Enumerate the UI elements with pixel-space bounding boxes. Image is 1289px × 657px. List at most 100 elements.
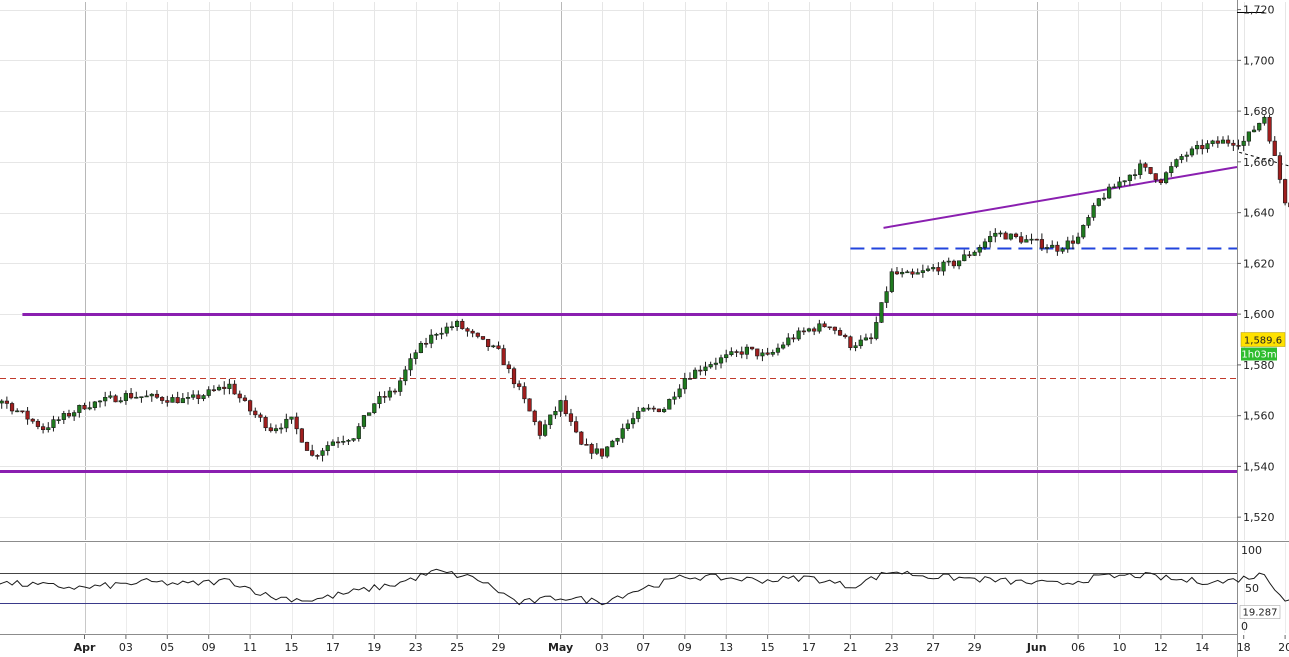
time-tick-label: 19 [367, 641, 381, 654]
candle-body [755, 348, 760, 357]
last-price-label: 1,589.6 [1244, 336, 1282, 347]
candle-body [284, 418, 289, 429]
candle-body [160, 397, 165, 401]
candle-body [1169, 166, 1174, 173]
candle-body [392, 390, 398, 393]
time-tick-label: 09 [202, 641, 216, 654]
candle-body [4, 400, 9, 404]
candle-body [879, 302, 884, 323]
candle-body [165, 400, 170, 403]
candle-body [1091, 205, 1096, 218]
candle-body [454, 320, 460, 327]
candle-body [749, 346, 755, 350]
candle-body [170, 397, 175, 403]
price-tick-label: 1,520 [1243, 511, 1275, 524]
candle-body [775, 347, 781, 353]
candle-body [1003, 232, 1008, 240]
time-tick-label: 10 [1113, 641, 1127, 654]
price-chart[interactable]: 1,520 1,540 1,560 1,580 1,600 1,620 1,640 1,660… [0, 0, 1289, 657]
candle-body [506, 364, 511, 370]
candle-body [822, 323, 827, 328]
candle-body [1122, 180, 1127, 183]
candle-body [698, 369, 703, 372]
candle-body [667, 398, 672, 410]
candle-body [1220, 139, 1226, 144]
time-tick-label: 15 [761, 641, 775, 654]
candle-body [574, 421, 579, 433]
time-tick-label: 03 [595, 641, 609, 654]
candle-body [56, 419, 61, 421]
candle-body [1060, 248, 1065, 252]
candle-body [936, 267, 941, 272]
candle-body [641, 407, 646, 412]
candle-body [496, 345, 501, 349]
candle-body [977, 247, 982, 253]
candle-body [636, 410, 641, 419]
candle-body [294, 416, 299, 430]
time-tick-label: 09 [678, 641, 692, 654]
candle-body [889, 271, 894, 292]
candle-body [439, 332, 444, 335]
candle-body [894, 271, 900, 275]
candle-body [1215, 140, 1220, 144]
candle-body [1195, 145, 1200, 150]
candle-body [211, 389, 216, 391]
candle-body [801, 330, 806, 333]
time-tick-label: May [548, 641, 573, 654]
chart-background [0, 0, 1289, 657]
candle-body [594, 448, 599, 454]
candle-body [335, 441, 341, 444]
candle-body [413, 352, 418, 359]
candle-body [113, 395, 118, 403]
candle-body [946, 260, 951, 263]
candle-body [522, 386, 527, 400]
candle-body [289, 416, 294, 420]
candle-body [149, 393, 154, 397]
candle-body [605, 446, 610, 457]
candle-body [1262, 116, 1267, 124]
time-tick-label: 29 [492, 641, 506, 654]
candle-body [191, 394, 196, 398]
candle-body [1236, 145, 1241, 147]
time-tick-label: 20 [1278, 641, 1289, 654]
candle-body [40, 426, 46, 430]
candle-body [677, 388, 682, 398]
candle-body [77, 404, 82, 413]
candle-body [196, 394, 201, 399]
candle-body [351, 438, 356, 441]
candle-body [258, 414, 263, 418]
candle-body [315, 455, 320, 457]
candle-body [1179, 156, 1184, 160]
price-tick-label: 1,680 [1243, 105, 1275, 118]
candle-body [858, 339, 863, 347]
candle-body [1210, 140, 1215, 144]
candle-body [1143, 163, 1148, 168]
candle-body [15, 410, 20, 413]
time-tick-label: 13 [719, 641, 733, 654]
candle-body [739, 351, 744, 355]
price-tick-label: 1,620 [1243, 257, 1275, 270]
candle-body [134, 396, 139, 399]
candle-body [1039, 239, 1044, 249]
candle-body [993, 232, 998, 237]
candle-body [553, 411, 558, 416]
candle-body [920, 270, 925, 273]
candle-body [1070, 240, 1076, 244]
candle-body [46, 427, 51, 430]
candle-body [475, 332, 480, 337]
price-tick-label: 1,600 [1243, 308, 1275, 321]
candle-body [444, 326, 449, 334]
candle-body [139, 396, 144, 399]
candle-body [827, 326, 832, 329]
candle-body [232, 383, 237, 395]
candle-body [1117, 181, 1122, 188]
candle-body [1241, 140, 1246, 146]
time-tick-label: 06 [1071, 641, 1085, 654]
candle-body [661, 408, 667, 413]
candle-body [1081, 225, 1086, 238]
candle-body [956, 260, 962, 267]
candle-body [434, 333, 439, 336]
candle-body [237, 393, 242, 399]
time-tick-label: 17 [326, 641, 340, 654]
candle-body [227, 383, 232, 389]
